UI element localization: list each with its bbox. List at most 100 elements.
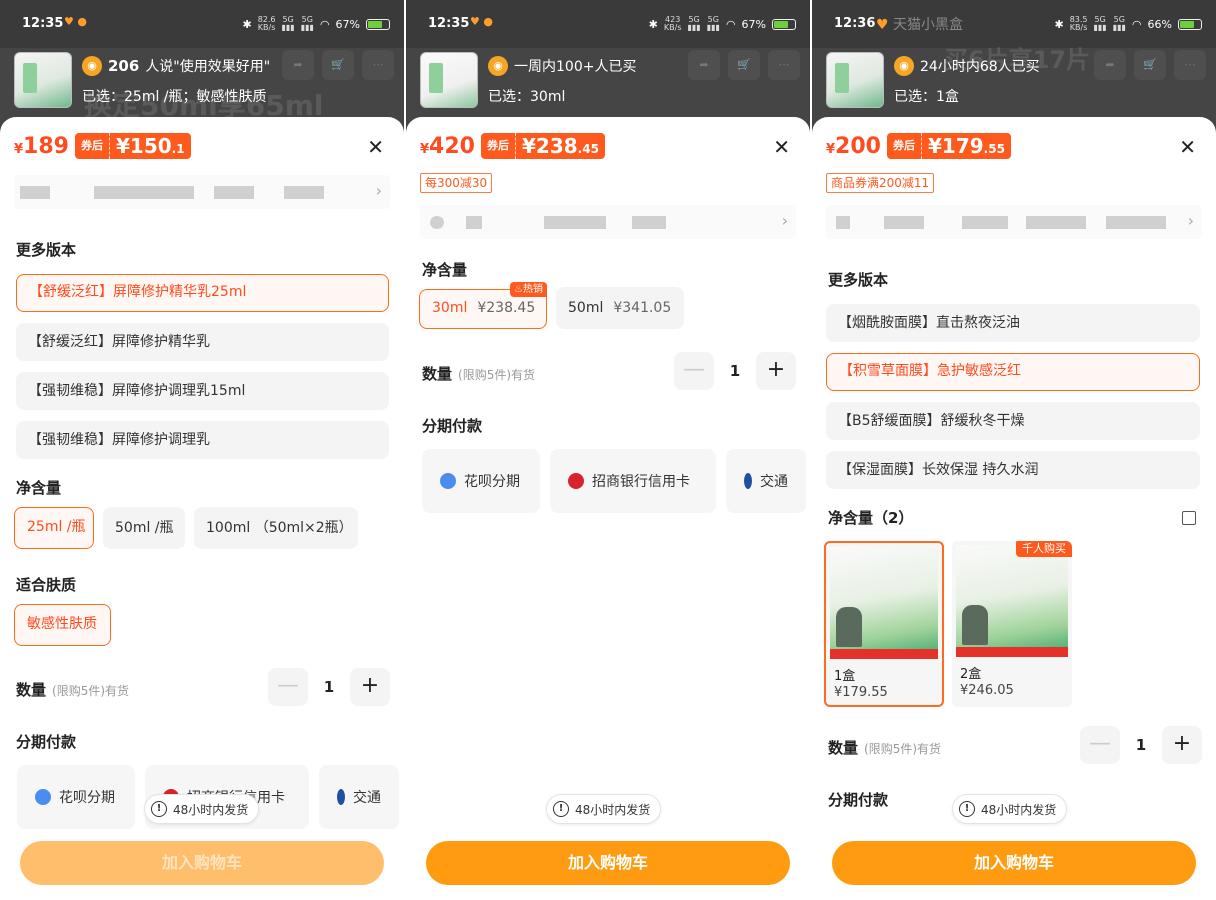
social-proof: ◉ 一周内100+人已买: [488, 56, 636, 76]
product-thumbnail: [826, 52, 884, 108]
selected-spec: 已选：1盒: [894, 89, 959, 105]
pay-bocom[interactable]: 交通: [726, 449, 806, 513]
volume-option[interactable]: 30ml ¥238.45 ♨热销: [419, 282, 547, 329]
cart-icon[interactable]: 🛒: [322, 50, 354, 80]
status-icons: ✱ 82.6 KB/s 5G ▮▮▮ 5G ▮▮▮ ◠ 67%: [242, 16, 390, 32]
coupon-label: 券后: [74, 133, 109, 159]
shipping-tip: ! 48小时内发货: [144, 794, 260, 824]
close-icon[interactable]: ✕: [773, 135, 790, 159]
version-option[interactable]: 【烟酰胺面膜】直击熬夜泛油: [826, 304, 1200, 342]
address-row[interactable]: ›: [420, 205, 796, 239]
bluetooth-icon: ✱: [1054, 17, 1064, 31]
version-option[interactable]: 【强韧维稳】屏障修护调理乳: [16, 421, 389, 459]
more-icon[interactable]: ⋯: [1174, 50, 1206, 80]
add-to-cart-button[interactable]: 加入购物车: [426, 841, 790, 885]
bluetooth-icon: ✱: [242, 17, 252, 31]
volume-option[interactable]: 50ml ¥341.05: [556, 287, 684, 329]
minus-icon[interactable]: —: [268, 668, 308, 706]
product-image: [956, 545, 1068, 657]
status-time: 12:35: [22, 16, 64, 31]
minus-icon[interactable]: —: [674, 352, 714, 390]
version-option[interactable]: 【保湿面膜】长效保湿 持久水润: [826, 451, 1200, 489]
pay-huabei[interactable]: 花呗分期: [17, 765, 135, 829]
wifi-icon: ◠: [725, 17, 736, 31]
network-speed: 82.6 KB/s: [257, 15, 276, 32]
notification-icon: ♥ ●: [64, 15, 87, 28]
plus-icon[interactable]: +: [756, 352, 796, 390]
battery-icon: [772, 18, 796, 30]
version-option[interactable]: 【强韧维稳】屏障修护调理乳15ml: [16, 372, 389, 410]
notification-icon: ♥ ●: [470, 15, 493, 28]
blurred-address: [836, 216, 850, 229]
blurred-address: [466, 216, 482, 229]
quantity-label: 数量 (限购5件)有货: [828, 739, 942, 757]
grid-icon[interactable]: [1182, 511, 1196, 525]
network-speed: 83.5 KB/s: [1069, 15, 1088, 32]
address-row[interactable]: ›: [826, 205, 1202, 239]
signal-icon: 5G ▮▮▮: [1093, 15, 1107, 32]
pay-bocom[interactable]: 交通: [319, 765, 399, 829]
banner-icons: ➦ 🛒 ⋯: [688, 50, 800, 80]
battery-icon: [366, 18, 390, 30]
quantity-value[interactable]: 1: [720, 362, 750, 380]
promo-badge: 每300减30: [420, 173, 493, 193]
plus-icon[interactable]: +: [350, 668, 390, 706]
social-text: 24小时内68人已买: [920, 59, 1040, 75]
share-icon[interactable]: ➦: [688, 50, 720, 80]
address-row[interactable]: ›: [14, 175, 390, 209]
coin-icon: ◉: [894, 56, 914, 76]
more-icon[interactable]: ⋯: [768, 50, 800, 80]
more-icon[interactable]: ⋯: [362, 50, 394, 80]
pay-cmb[interactable]: 招商银行信用卡: [550, 449, 716, 513]
quantity-value[interactable]: 1: [314, 678, 344, 696]
product-name: 1盒: [834, 669, 856, 684]
signal-icon-2: 5G ▮▮▮: [300, 15, 314, 32]
pay-huabei[interactable]: 花呗分期: [422, 449, 540, 513]
huabei-icon: [35, 789, 51, 805]
add-to-cart-button[interactable]: 加入购物车: [832, 841, 1196, 885]
plus-icon[interactable]: +: [1162, 726, 1202, 764]
info-icon: !: [151, 801, 167, 817]
huabei-icon: [440, 473, 456, 489]
product-price: ¥179.55: [834, 685, 888, 700]
share-icon[interactable]: ➦: [1094, 50, 1126, 80]
add-to-cart-button[interactable]: 加入购物车: [20, 841, 384, 885]
status-time: 12:35: [428, 16, 470, 31]
product-card[interactable]: 千人购买 2盒 ¥246.05: [952, 541, 1072, 707]
fire-icon: ♨: [514, 284, 523, 295]
skin-option[interactable]: 敏感性肤质: [14, 604, 111, 646]
chevron-right-icon: ›: [781, 211, 788, 230]
selected-spec: 已选：30ml: [488, 89, 566, 105]
product-image: [830, 547, 938, 659]
share-icon[interactable]: ➦: [282, 50, 314, 80]
version-option[interactable]: 【B5舒缓面膜】舒缓秋冬干燥: [826, 402, 1200, 440]
signal-icon-2: 5G ▮▮▮: [706, 15, 720, 32]
cart-icon[interactable]: 🛒: [728, 50, 760, 80]
battery-text: 67%: [335, 17, 360, 31]
cart-icon[interactable]: 🛒: [1134, 50, 1166, 80]
volume-title: 净含量: [422, 261, 468, 279]
volume-option[interactable]: 100ml （50ml×2瓶）: [194, 507, 358, 549]
status-time: 12:36: [834, 16, 876, 31]
volume-title: 净含量（2）: [828, 509, 914, 527]
version-option[interactable]: 【舒缓泛红】屏障修护精华乳: [16, 323, 389, 361]
signal-icon: 5G ▮▮▮: [281, 15, 295, 32]
social-text: 人说"使用效果好用": [145, 59, 271, 75]
battery-text: 66%: [1147, 17, 1172, 31]
quantity-value[interactable]: 1: [1126, 736, 1156, 754]
volume-option[interactable]: 25ml /瓶: [14, 507, 94, 549]
close-icon[interactable]: ✕: [367, 135, 384, 159]
close-icon[interactable]: ✕: [1179, 135, 1196, 159]
pay-title: 分期付款: [828, 791, 889, 809]
wifi-icon: ◠: [319, 17, 330, 31]
hot-badge: ♨热销: [510, 282, 547, 297]
social-count: 206: [108, 57, 140, 75]
minus-icon[interactable]: —: [1080, 726, 1120, 764]
product-card[interactable]: 1盒 ¥179.55: [824, 541, 944, 707]
network-speed: 423 KB/s: [663, 15, 682, 32]
volume-option[interactable]: 50ml /瓶: [103, 507, 185, 549]
version-option[interactable]: 【积雪草面膜】急护敏感泛红: [826, 353, 1200, 391]
version-option[interactable]: 【舒缓泛红】屏障修护精华乳25ml: [16, 274, 389, 312]
chevron-right-icon: ›: [1187, 211, 1194, 230]
screen-3: 12:36 ♥ 天猫小黑盒 ✱ 83.5 KB/s 5G ▮▮▮ 5G ▮▮▮ ◠ 6…: [812, 0, 1216, 900]
